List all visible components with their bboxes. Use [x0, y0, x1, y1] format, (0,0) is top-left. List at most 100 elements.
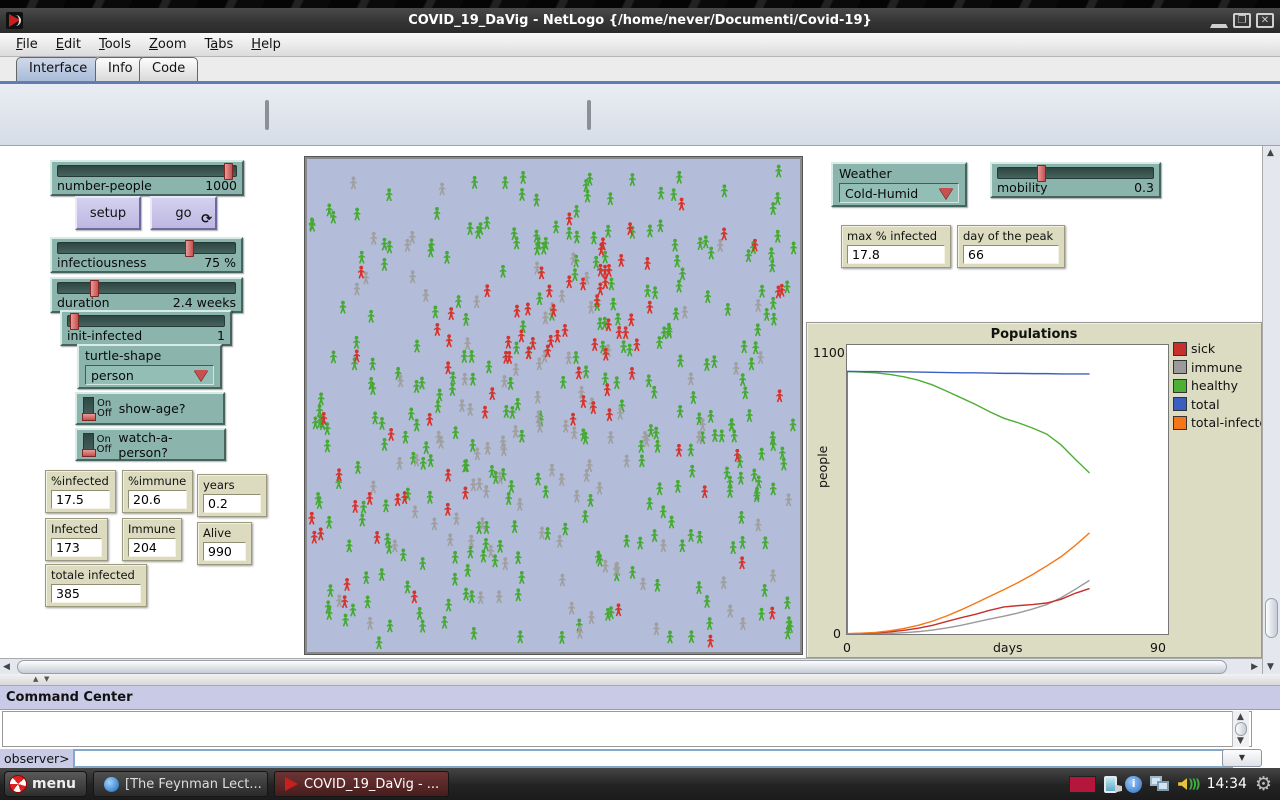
menu-help[interactable]: Help [243, 35, 289, 54]
scroll-down-icon[interactable]: ▼ [1237, 736, 1244, 746]
horizontal-scrollbar[interactable]: ◀ ▶ [0, 658, 1262, 674]
setup-button[interactable]: setup [75, 196, 141, 230]
mobility-slider[interactable]: mobility0.3 [990, 162, 1161, 198]
splitter-up-icon[interactable]: ▲ [33, 675, 38, 683]
number-people-slider[interactable]: number-people1000 [50, 160, 244, 196]
scroll-down-icon[interactable]: ▼ [1267, 662, 1274, 672]
slider-handle[interactable] [185, 240, 194, 257]
scroll-right-icon[interactable]: ▶ [1251, 662, 1258, 672]
gear-icon[interactable]: ⚙ [1255, 775, 1272, 793]
watch-a-person-switch[interactable]: OnOff watch-a-person? [75, 428, 226, 461]
command-center-splitter[interactable]: ▲ ▼ [0, 674, 1280, 686]
keyboard-layout-flag[interactable] [1069, 776, 1096, 793]
person-agent [432, 306, 439, 319]
weather-chooser[interactable]: Weather Cold-Humid [831, 162, 967, 207]
person-agent [737, 472, 744, 485]
menu-file[interactable]: File [8, 35, 46, 54]
person-agent [516, 498, 523, 511]
person-agent [374, 531, 381, 544]
scroll-up-icon[interactable]: ▲ [1267, 148, 1274, 158]
world-view[interactable] [305, 157, 802, 654]
volume-icon[interactable]: ))) [1178, 777, 1198, 791]
duration-slider[interactable]: duration2.4 weeks [50, 277, 243, 313]
show-age-switch[interactable]: OnOff show-age? [75, 392, 225, 425]
switch-toggle[interactable] [83, 397, 94, 421]
init-infected-slider[interactable]: init-infected1 [60, 310, 232, 346]
person-agent [646, 225, 653, 238]
tab-code[interactable]: Code [139, 57, 198, 81]
menu-edit[interactable]: Edit [48, 35, 89, 54]
person-agent [647, 424, 654, 437]
person-agent [733, 362, 740, 375]
person-agent [573, 490, 580, 503]
person-agent [675, 444, 682, 457]
command-output[interactable] [2, 711, 1252, 747]
person-agent [703, 358, 710, 371]
turtle-shape-chooser[interactable]: turtle-shape person [77, 344, 222, 389]
person-agent [512, 363, 519, 376]
slider-handle[interactable] [70, 313, 79, 330]
start-menu-button[interactable]: menu [4, 771, 87, 797]
battery-icon[interactable] [1104, 776, 1117, 793]
person-agent [720, 576, 727, 589]
person-agent [704, 595, 711, 608]
minimize-button[interactable] [1210, 13, 1228, 28]
person-agent [419, 620, 426, 633]
person-agent [570, 413, 577, 426]
person-agent [738, 511, 745, 524]
person-agent [679, 268, 686, 281]
slider-handle[interactable] [90, 280, 99, 297]
menu-tools[interactable]: Tools [91, 35, 139, 54]
person-agent [562, 420, 569, 433]
person-agent [588, 301, 595, 314]
scroll-left-icon[interactable]: ◀ [3, 662, 10, 672]
update-shield-icon[interactable]: i [1125, 776, 1142, 793]
person-agent [651, 529, 658, 542]
person-agent [742, 386, 749, 399]
command-center-header: Command Center ↕ Clear [0, 686, 1280, 710]
horizontal-scroll-thumb[interactable] [17, 660, 1227, 674]
infectiousness-slider[interactable]: infectiousness75 % [50, 237, 243, 273]
person-agent [602, 276, 609, 289]
command-history-dropdown[interactable]: ▼ [1222, 749, 1262, 767]
slider-handle[interactable] [1037, 165, 1046, 182]
network-icon[interactable] [1150, 776, 1170, 792]
go-button[interactable]: go ⟳ [150, 196, 217, 230]
person-agent [560, 376, 567, 389]
command-input[interactable] [73, 749, 1233, 768]
output-scroll-thumb[interactable] [1235, 722, 1247, 736]
person-agent [381, 258, 388, 271]
task-button-netlogo[interactable]: COVID_19_DaVig - ... [274, 771, 449, 797]
splitter-down-icon[interactable]: ▼ [44, 675, 49, 683]
output-scrollbar[interactable]: ▲ ▼ [1232, 711, 1249, 747]
person-agent [468, 350, 475, 363]
person-agent [480, 550, 487, 563]
tab-interface[interactable]: Interface [16, 57, 100, 81]
person-agent [386, 619, 393, 632]
menu-tabs[interactable]: Tabs [196, 35, 241, 54]
vertical-scroll-thumb[interactable] [1265, 598, 1278, 638]
maximize-button[interactable]: ❐ [1233, 13, 1251, 28]
person-agent [467, 222, 474, 235]
person-agent [754, 323, 761, 336]
person-agent [534, 391, 541, 404]
close-button[interactable]: ✕ [1256, 13, 1274, 28]
switch-toggle[interactable] [83, 433, 94, 457]
person-agent [349, 604, 356, 617]
person-agent [660, 505, 667, 518]
person-agent [556, 535, 563, 548]
person-agent [427, 454, 434, 467]
person-agent [423, 441, 430, 454]
legend-item-total-infected: total-infected [1173, 415, 1262, 430]
observer-prompt: observer> [0, 749, 73, 768]
person-agent [717, 239, 724, 252]
person-agent [591, 338, 598, 351]
vertical-scrollbar[interactable]: ▲ ▼ [1262, 146, 1280, 674]
person-agent [562, 523, 569, 536]
menu-zoom[interactable]: Zoom [141, 35, 194, 54]
person-agent [559, 574, 566, 587]
person-agent [455, 295, 462, 308]
task-button-browser[interactable]: [The Feynman Lect... [93, 771, 268, 797]
scroll-up-icon[interactable]: ▲ [1237, 712, 1244, 722]
slider-handle[interactable] [224, 163, 233, 180]
